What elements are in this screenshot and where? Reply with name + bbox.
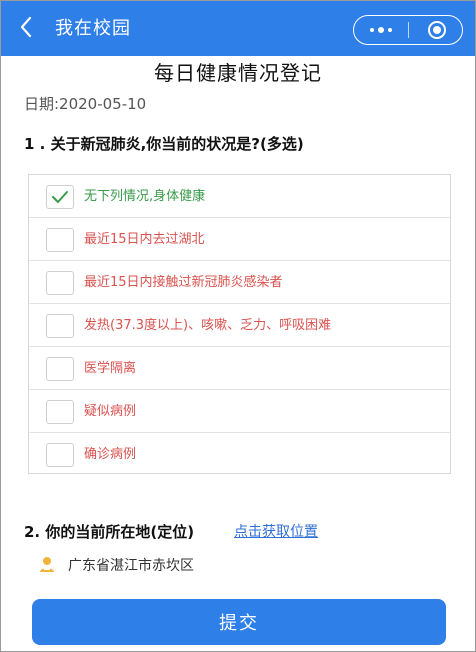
checkbox[interactable] — [46, 357, 74, 381]
more-dots-icon[interactable] — [354, 16, 408, 44]
top-nav-bar: 我在校园 — [1, 1, 475, 56]
option-item[interactable]: 最近15日内去过湖北 — [29, 218, 450, 261]
checkbox[interactable] — [46, 443, 74, 467]
symptom-options-list: 无下列情况,身体健康 最近15日内去过湖北 最近15日内接触过新冠肺炎感染者 发… — [28, 174, 451, 474]
question-1-label: 1 . 关于新冠肺炎,你当前的状况是?(多选) — [24, 135, 304, 153]
address-text: 广东省湛江市赤坎区 — [68, 558, 194, 574]
option-label: 发热(37.3度以上)、咳嗽、乏力、呼吸困难 — [84, 318, 332, 333]
checkbox[interactable] — [46, 271, 74, 295]
option-label: 无下列情况,身体健康 — [84, 189, 206, 204]
checkbox[interactable] — [46, 314, 74, 338]
check-icon — [52, 191, 68, 203]
option-label: 最近15日内接触过新冠肺炎感染者 — [84, 275, 283, 290]
option-label: 医学隔离 — [84, 361, 137, 376]
option-label: 最近15日内去过湖北 — [84, 232, 205, 247]
option-item[interactable]: 确诊病例 — [29, 433, 450, 476]
option-item[interactable]: 疑似病例 — [29, 390, 450, 433]
mini-program-capsule — [353, 15, 463, 45]
checkbox[interactable] — [46, 228, 74, 252]
checkbox[interactable] — [46, 185, 74, 209]
option-label: 疑似病例 — [84, 404, 137, 419]
date-label: 日期:2020-05-10 — [24, 95, 147, 113]
option-item[interactable]: 发热(37.3度以上)、咳嗽、乏力、呼吸困难 — [29, 304, 450, 347]
option-item[interactable]: 医学隔离 — [29, 347, 450, 390]
option-label: 确诊病例 — [84, 447, 137, 462]
capsule-divider — [408, 22, 409, 38]
question-2-label: 2. 你的当前所在地(定位) — [24, 523, 195, 541]
app-title: 我在校园 — [55, 18, 131, 39]
checkbox[interactable] — [46, 400, 74, 424]
location-person-icon — [38, 556, 56, 574]
chevron-left-icon[interactable] — [19, 15, 43, 43]
option-item[interactable]: 最近15日内接触过新冠肺炎感染者 — [29, 261, 450, 304]
page-title: 每日健康情况登记 — [154, 61, 322, 85]
get-location-link[interactable]: 点击获取位置 — [234, 522, 318, 542]
target-icon[interactable] — [428, 21, 446, 39]
option-item[interactable]: 无下列情况,身体健康 — [29, 175, 450, 218]
submit-button[interactable]: 提交 — [32, 599, 446, 645]
